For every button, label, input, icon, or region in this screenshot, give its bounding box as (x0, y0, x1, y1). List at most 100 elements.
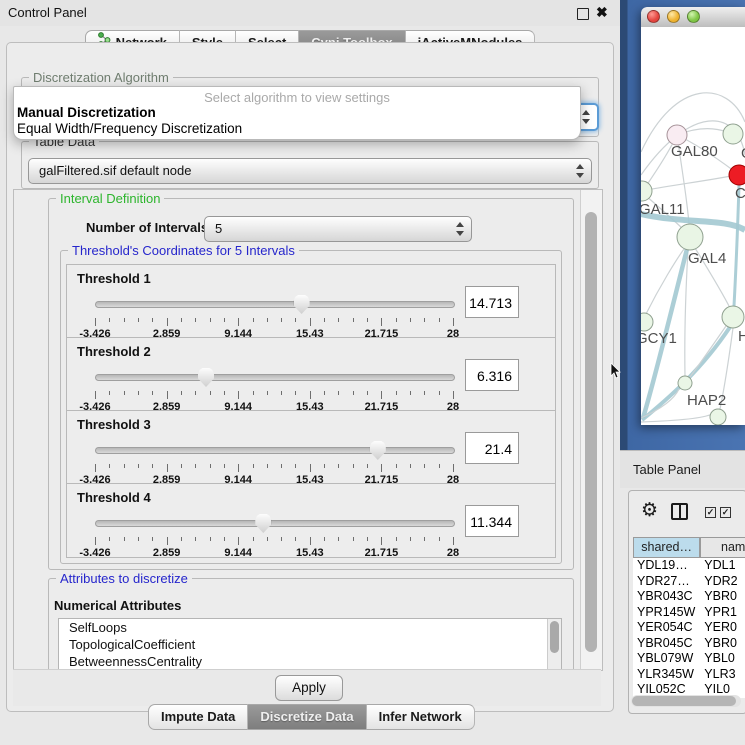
slider-track[interactable] (95, 447, 455, 454)
network-node[interactable] (710, 409, 726, 425)
table-data-select[interactable]: galFiltered.sif default node (28, 158, 592, 184)
checkbox-icon[interactable]: ✓ (705, 507, 716, 518)
tick-mark (367, 537, 368, 541)
table-row[interactable]: YER054CYER0 (633, 620, 745, 636)
network-node-gal[interactable] (723, 124, 743, 144)
attributes-list[interactable]: SelfLoopsTopologicalCoefficientBetweenne… (58, 618, 562, 671)
table-row[interactable]: YBL079WYBL0 (633, 651, 745, 667)
node-table: shared…name YDL19…YDL1YDR27…YDR2YBR043CY… (633, 537, 745, 698)
table-data-value: galFiltered.sif default node (39, 163, 191, 178)
network-node-c[interactable] (729, 165, 745, 185)
tick-mark (152, 537, 153, 541)
table-cell: YDL19… (633, 558, 700, 574)
list-item-topologicalcoefficient[interactable]: TopologicalCoefficient (59, 636, 561, 653)
slider-track[interactable] (95, 374, 455, 381)
tick-mark (295, 537, 296, 541)
slider-thumb[interactable] (370, 441, 386, 460)
columns-icon[interactable] (671, 503, 688, 520)
tick-mark (439, 318, 440, 322)
tab-discretize-data[interactable]: Discretize Data (248, 704, 366, 730)
checkbox-icon[interactable]: ✓ (720, 507, 731, 518)
tick-mark (167, 537, 168, 545)
gear-icon[interactable]: ⚙ (641, 499, 658, 521)
threshold-value-field[interactable]: 14.713 (465, 286, 519, 318)
zoom-window-icon[interactable] (687, 10, 700, 23)
threshold-value-field[interactable]: 6.316 (465, 359, 519, 391)
table-row[interactable]: YPR145WYPR1 (633, 605, 745, 621)
minimize-window-icon[interactable] (667, 10, 680, 23)
tick-mark (353, 318, 354, 322)
tick-mark (324, 537, 325, 541)
num-intervals-select[interactable]: 5 (204, 216, 472, 242)
table-cell: YBR0 (700, 589, 745, 605)
threshold-slider[interactable]: -3.4262.8599.14415.4321.71528 (95, 295, 453, 335)
tick-mark (281, 537, 282, 541)
tick-mark (167, 318, 168, 326)
apply-button[interactable]: Apply (275, 675, 343, 701)
network-node-gcy1[interactable] (641, 313, 653, 331)
table-cell: YBR0 (700, 636, 745, 652)
scale-label: 21.715 (365, 547, 399, 559)
network-node-gal4[interactable] (677, 224, 703, 250)
tick-mark (253, 318, 254, 322)
application-window: Control Panel ✖ NetworkStyleSelectCyni T… (0, 0, 745, 745)
horizontal-scrollbar[interactable] (631, 695, 741, 707)
network-node-gal11[interactable] (641, 181, 652, 201)
tick-mark (367, 391, 368, 395)
tick-mark (152, 391, 153, 395)
tick-mark (410, 464, 411, 468)
list-item-selfloops[interactable]: SelfLoops (59, 619, 561, 636)
list-scrollbar[interactable] (547, 619, 561, 671)
tick-mark (295, 318, 296, 322)
slider-thumb[interactable] (198, 368, 214, 387)
network-node-gal80[interactable] (667, 125, 687, 145)
slider-track[interactable] (95, 301, 455, 308)
float-panel-icon[interactable] (577, 8, 589, 20)
node-label: GAL (741, 145, 745, 162)
algorithm-dropdown-popup: Select algorithm to view settings Manual… (13, 86, 581, 140)
tick-mark (281, 391, 282, 395)
threshold-value-field[interactable]: 11.344 (465, 505, 519, 537)
network-node-hap2[interactable] (678, 376, 692, 390)
list-item-betweennesscentrality[interactable]: BetweennessCentrality (59, 653, 561, 670)
node-label: C (735, 185, 745, 202)
slider-thumb[interactable] (294, 295, 310, 314)
dropdown-option-manual-discretization[interactable]: Manual Discretization (17, 105, 156, 120)
column-header-shared-[interactable]: shared… (633, 537, 700, 558)
network-window-titlebar[interactable] (641, 7, 745, 28)
table-row[interactable]: YDR27…YDR2 (633, 574, 745, 590)
close-panel-icon[interactable]: ✖ (596, 4, 608, 21)
tab-impute-data[interactable]: Impute Data (148, 704, 248, 730)
node-label: GAL4 (688, 250, 726, 267)
threshold-slider[interactable]: -3.4262.8599.14415.4321.71528 (95, 514, 453, 554)
slider-thumb[interactable] (255, 514, 271, 533)
table-row[interactable]: YBR043CYBR0 (633, 589, 745, 605)
close-window-icon[interactable] (647, 10, 660, 23)
tick-mark (424, 537, 425, 541)
slider-track[interactable] (95, 520, 455, 527)
network-canvas[interactable]: GAL80GALCGAL11GAL4GCY1HHAP2 (641, 27, 745, 425)
tick-mark (181, 464, 182, 468)
network-node-h[interactable] (722, 306, 744, 328)
tick-mark (138, 318, 139, 322)
threshold-value-field[interactable]: 21.4 (465, 432, 519, 464)
column-header-name[interactable]: name (700, 537, 745, 558)
threshold-label: Threshold 4 (77, 490, 151, 505)
threshold-slider[interactable]: -3.4262.8599.14415.4321.71528 (95, 441, 453, 481)
table-row[interactable]: YBR045CYBR0 (633, 636, 745, 652)
table-cell: YLR3 (700, 667, 745, 683)
threshold-slider[interactable]: -3.4262.8599.14415.4321.71528 (95, 368, 453, 408)
table-cell: YDR2 (700, 574, 745, 590)
tick-mark (210, 537, 211, 541)
tab-infer-network[interactable]: Infer Network (367, 704, 475, 730)
tick-mark (295, 464, 296, 468)
panel-title: Control Panel (8, 5, 87, 20)
vertical-scrollbar[interactable] (580, 190, 602, 670)
dropdown-option-equal-width-frequency-discretization[interactable]: Equal Width/Frequency Discretization (17, 121, 242, 136)
tick-mark (396, 391, 397, 395)
scale-label: 2.859 (153, 547, 181, 559)
tick-mark (224, 318, 225, 322)
table-row[interactable]: YDL19…YDL1 (633, 558, 745, 574)
tick-mark (410, 537, 411, 541)
table-row[interactable]: YLR345WYLR3 (633, 667, 745, 683)
